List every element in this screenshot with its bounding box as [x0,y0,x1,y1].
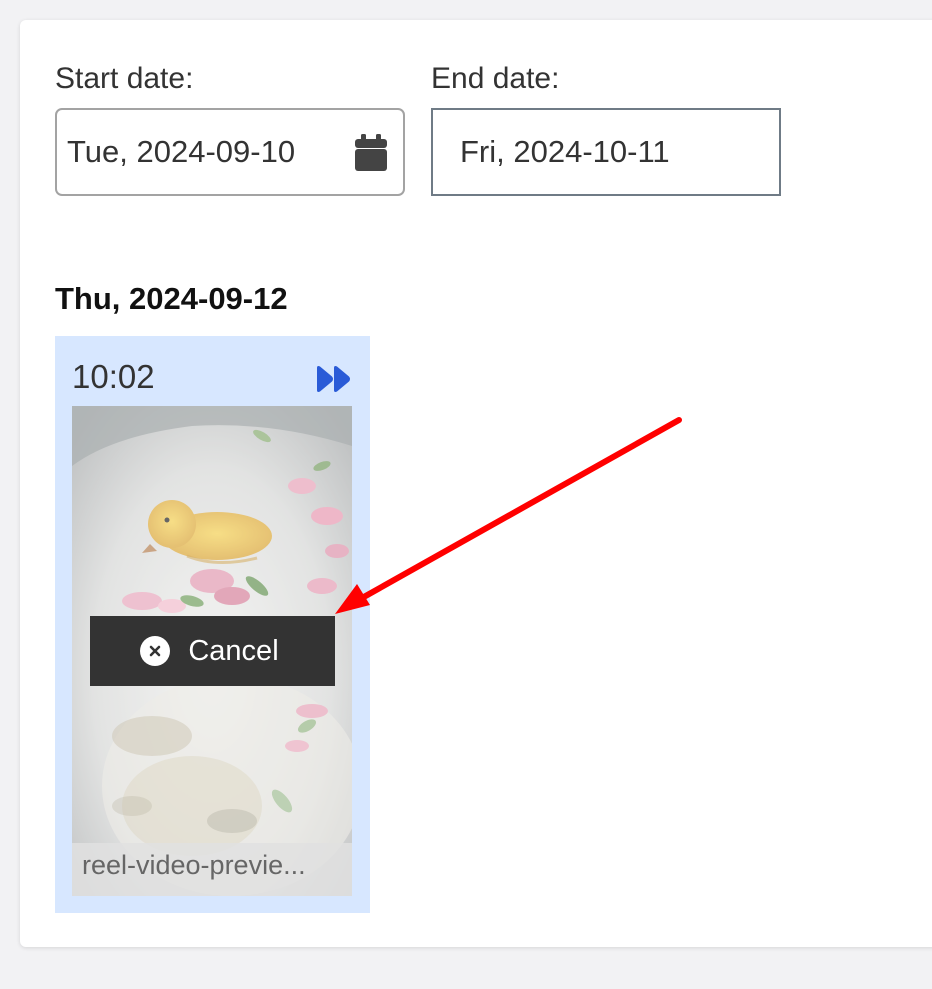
calendar-icon[interactable] [354,134,388,172]
day-heading: Thu, 2024-09-12 [55,281,288,316]
end-date-input[interactable]: Fri, 2024-10-11 [431,108,781,196]
end-date-value: Fri, 2024-10-11 [460,134,670,169]
cancel-button[interactable]: Cancel [90,616,335,686]
cancel-label: Cancel [188,634,279,667]
file-name: reel-video-previe... [72,843,352,896]
card-time: 10:02 [72,358,155,395]
fast-forward-icon[interactable] [315,365,353,393]
start-date-input[interactable]: Tue, 2024-09-10 [55,108,405,196]
end-date-label: End date: [431,62,560,95]
close-circle-icon [140,636,171,666]
start-date-value: Tue, 2024-09-10 [67,134,296,169]
start-date-label: Start date: [55,62,194,95]
